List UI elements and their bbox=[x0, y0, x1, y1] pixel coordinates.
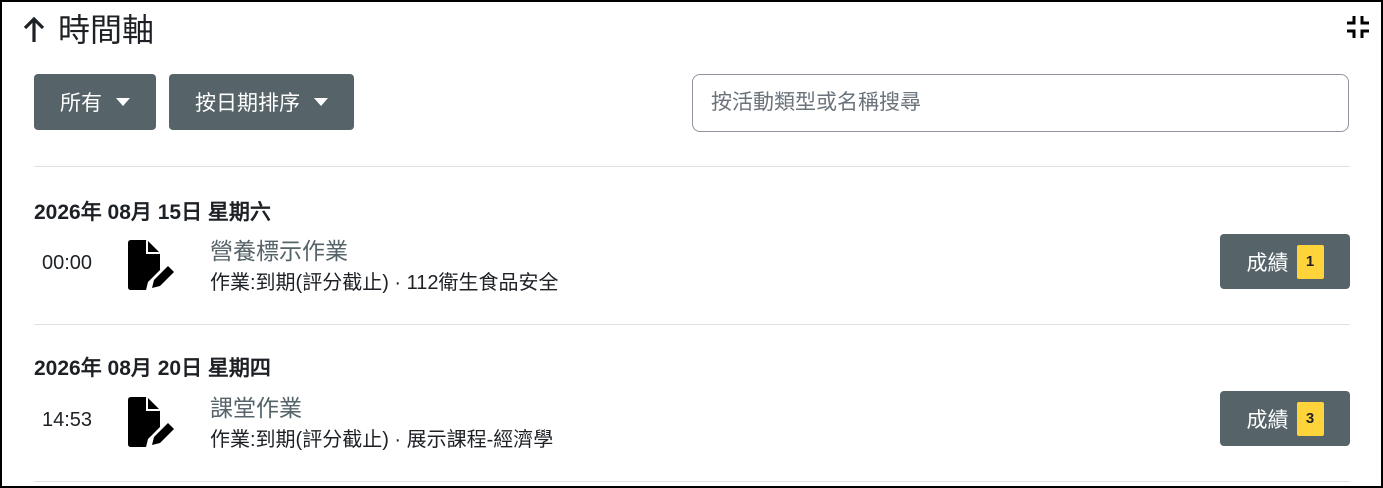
event-item: 00:00 營養標示作業 作業:到期(評分截止) · 112衛生食品安全 成績 … bbox=[34, 234, 1350, 294]
event-time: 00:00 bbox=[42, 252, 93, 274]
divider bbox=[34, 324, 1350, 325]
collapse-icon[interactable] bbox=[1345, 14, 1371, 40]
caret-down-icon bbox=[116, 98, 130, 106]
divider bbox=[34, 166, 1350, 167]
event-meta: 作業:到期(評分截止) · 展示課程-經濟學 bbox=[210, 429, 554, 451]
event-item: 14:53 課堂作業 作業:到期(評分截止) · 展示課程-經濟學 成績 3 bbox=[34, 391, 1350, 451]
date-heading: 2026年 08月 20日 星期四 bbox=[34, 357, 271, 380]
toolbar: 所有 按日期排序 bbox=[34, 74, 354, 130]
grade-button-label: 成績 bbox=[1246, 251, 1289, 275]
file-edit-icon bbox=[124, 240, 178, 292]
block-header: 時間軸 bbox=[20, 10, 154, 50]
event-name-link[interactable]: 課堂作業 bbox=[210, 389, 302, 423]
count-badge: 1 bbox=[1296, 244, 1324, 279]
filter-dropdown-button[interactable]: 所有 bbox=[34, 74, 156, 130]
grade-button[interactable]: 成績 1 bbox=[1220, 234, 1350, 289]
timeline-block: 時間軸 所有 按日期排序 2026年 08月 15日 星期六 00:00 bbox=[0, 0, 1383, 488]
grade-button-label: 成績 bbox=[1246, 408, 1289, 432]
filter-dropdown-label: 所有 bbox=[60, 92, 102, 115]
grade-button[interactable]: 成績 3 bbox=[1220, 391, 1350, 446]
event-name-link[interactable]: 營養標示作業 bbox=[210, 232, 348, 266]
block-title: 時間軸 bbox=[58, 12, 155, 48]
count-badge: 3 bbox=[1296, 401, 1324, 436]
arrow-up-icon[interactable] bbox=[20, 14, 48, 46]
file-edit-icon bbox=[124, 397, 178, 449]
sort-dropdown-label: 按日期排序 bbox=[195, 92, 300, 115]
date-heading: 2026年 08月 15日 星期六 bbox=[34, 201, 271, 224]
divider bbox=[34, 481, 1350, 482]
search-input[interactable] bbox=[692, 74, 1349, 132]
caret-down-icon bbox=[314, 98, 328, 106]
sort-dropdown-button[interactable]: 按日期排序 bbox=[169, 74, 354, 130]
event-time: 14:53 bbox=[42, 409, 93, 431]
event-meta: 作業:到期(評分截止) · 112衛生食品安全 bbox=[210, 272, 559, 294]
